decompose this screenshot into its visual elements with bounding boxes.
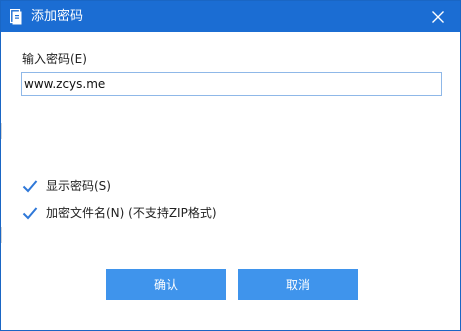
encrypt-filenames-checkbox[interactable]: 加密文件名(N) (不支持ZIP格式) xyxy=(22,205,217,221)
close-icon xyxy=(432,10,444,23)
encrypt-filenames-label: 加密文件名(N) (不支持ZIP格式) xyxy=(46,206,217,220)
left-edge-mark xyxy=(1,123,2,139)
password-input[interactable] xyxy=(21,72,442,96)
show-password-label: 显示密码(S) xyxy=(46,179,111,193)
password-label: 输入密码(E) xyxy=(22,52,87,66)
close-button[interactable] xyxy=(416,1,460,32)
confirm-button[interactable]: 确认 xyxy=(106,269,226,300)
dialog-title: 添加密码 xyxy=(31,9,84,24)
cancel-button[interactable]: 取消 xyxy=(238,269,358,300)
left-edge-mark xyxy=(1,227,2,243)
checkmark-icon xyxy=(22,178,38,194)
title-bar: 添加密码 xyxy=(1,1,460,32)
show-password-checkbox[interactable]: 显示密码(S) xyxy=(22,178,111,194)
document-lock-icon xyxy=(9,8,24,25)
add-password-dialog: 添加密码 输入密码(E) 显示密码(S) 加密文件名(N) (不支持ZIP格式)… xyxy=(0,0,461,331)
checkmark-icon xyxy=(22,205,38,221)
